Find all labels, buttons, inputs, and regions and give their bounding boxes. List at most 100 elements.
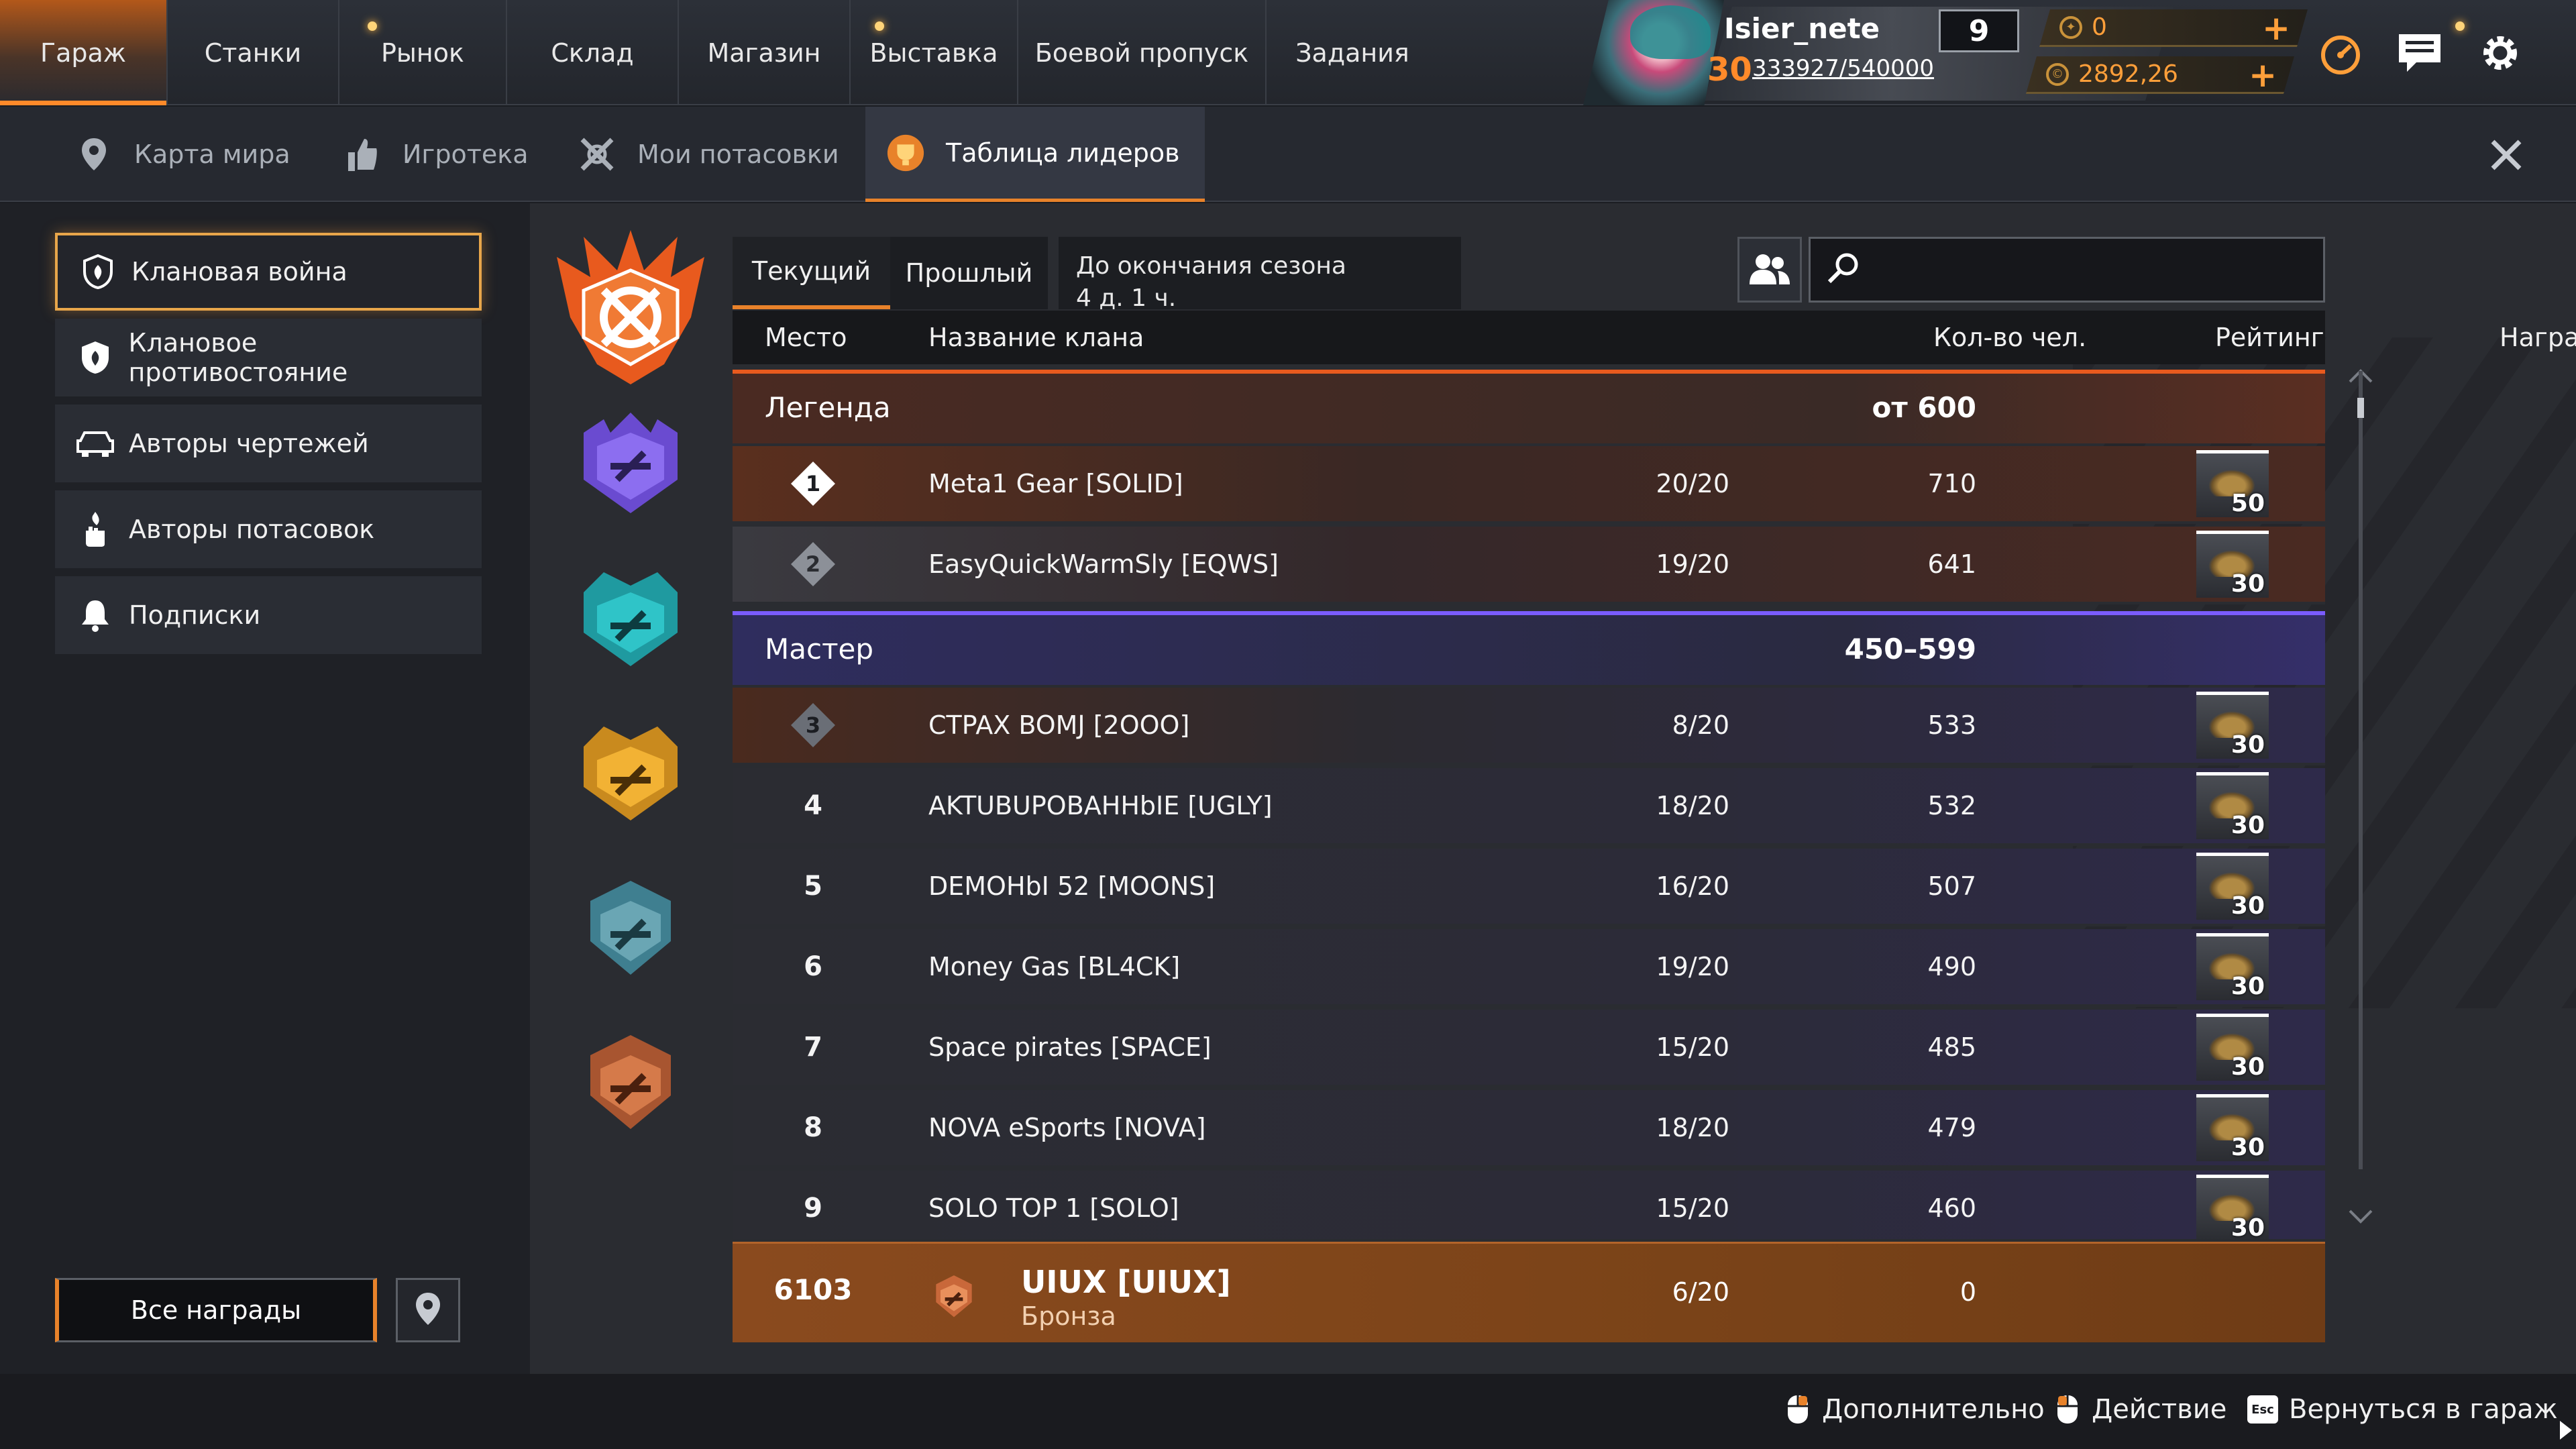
tab-label: Текущий <box>751 256 871 286</box>
add-coins-button[interactable]: + <box>2249 58 2277 92</box>
tab-label: Карта мира <box>134 140 290 169</box>
place-cell: 3 <box>733 688 894 763</box>
table-row[interactable]: 8 NOVA eSports [NOVA] 18/20 479 30 <box>733 1090 2325 1168</box>
player-profile[interactable]: Isier_nete 30 333927/540000 9 ✦ 0 + © 28… <box>1570 0 2328 105</box>
nav-tab-label: Рынок <box>381 38 464 68</box>
scrollbar[interactable] <box>2357 371 2364 1169</box>
reward-item[interactable]: 30 <box>2196 1014 2269 1081</box>
league-badges <box>530 203 731 1374</box>
nav-tab-battle-pass[interactable]: Боевой пропуск <box>1018 0 1267 105</box>
nav-tab-storage[interactable]: Склад <box>507 0 679 105</box>
tab-world-map[interactable]: Карта мира <box>54 107 290 202</box>
table-row[interactable]: 9 SOLO TOP 1 [SOLO] 15/20 460 30 <box>733 1171 2325 1239</box>
menu-item-label: Авторы потасовок <box>129 515 375 544</box>
league-gold-badge-icon[interactable] <box>570 713 691 827</box>
reward-item[interactable]: 30 <box>2196 1094 2269 1161</box>
menu-item-blueprint-authors[interactable]: Авторы чертежей <box>55 405 482 482</box>
all-rewards-button[interactable]: Все награды <box>55 1278 377 1342</box>
nav-tab-label: Склад <box>551 38 634 68</box>
player-xp: 333927/540000 <box>1752 55 1935 82</box>
reward-item[interactable]: 30 <box>2196 531 2269 598</box>
hint-back-to-garage[interactable]: Esc Вернуться в гараж <box>2247 1394 2558 1425</box>
reward-item[interactable]: 50 <box>2196 450 2269 517</box>
rating-value: 641 <box>1927 549 1976 579</box>
reward-item[interactable]: 30 <box>2196 933 2269 1000</box>
main-navigation: Гараж Станки Рынок Склад Магазин Выставк… <box>0 0 1438 105</box>
my-clan-rating: 0 <box>1960 1277 1976 1307</box>
clan-name: SOLO TOP 1 [SOLO] <box>928 1193 1179 1223</box>
reward-item[interactable]: 30 <box>2196 1175 2269 1239</box>
footer-hints: Дополнительно Действие Esc Вернуться в г… <box>0 1374 2576 1449</box>
badges-currency[interactable]: ✦ 0 + <box>2039 9 2308 47</box>
nav-tab-market[interactable]: Рынок <box>339 0 507 105</box>
reward-item[interactable]: 30 <box>2196 853 2269 920</box>
hint-more[interactable]: Дополнительно <box>1784 1394 2045 1425</box>
column-rating: Рейтинг <box>2215 323 2324 352</box>
menu-item-brawl-authors[interactable]: Авторы потасовок <box>55 490 482 568</box>
locate-button[interactable] <box>396 1278 460 1342</box>
speedometer-icon[interactable] <box>2313 25 2368 80</box>
table-row[interactable]: 7 Space pirates [SPACE] 15/20 485 30 <box>733 1010 2325 1087</box>
table-row[interactable]: 3 CTPAX BOMJ [2OOO] 8/20 533 30 <box>733 688 2325 765</box>
menu-item-subscriptions[interactable]: Подписки <box>55 576 482 654</box>
scroll-down-icon[interactable] <box>2345 1203 2376 1230</box>
nav-tab-workbenches[interactable]: Станки <box>168 0 339 105</box>
league-silver-badge-icon[interactable] <box>570 867 691 981</box>
reward-item[interactable]: 30 <box>2196 692 2269 759</box>
left-menu: Клановая война Клановое противостояние А… <box>0 203 530 1374</box>
menu-item-clan-confrontation[interactable]: Клановое противостояние <box>55 319 482 396</box>
league-master-badge-icon[interactable] <box>570 406 691 520</box>
member-count: 18/20 <box>1656 791 1729 820</box>
nav-tab-tasks[interactable]: Задания <box>1267 0 1438 105</box>
rating-value: 532 <box>1927 791 1976 820</box>
nav-tab-shop[interactable]: Магазин <box>679 0 851 105</box>
scrollbar-thumb[interactable] <box>2357 398 2364 418</box>
tab-current[interactable]: Текущий <box>733 237 890 309</box>
nav-tab-garage[interactable]: Гараж <box>0 0 168 105</box>
league-bronze-badge-icon[interactable] <box>570 1022 691 1136</box>
table-row[interactable]: 2 EasyQuickWarmSly [EQWS] 19/20 641 30 <box>733 527 2325 604</box>
tab-label: Мои потасовки <box>637 140 839 169</box>
add-badges-button[interactable]: + <box>2262 11 2290 45</box>
avatar <box>1583 0 1724 105</box>
my-clan-name: UIUX [UIUX] <box>1021 1264 1231 1300</box>
tab-my-brawls[interactable]: Мои потасовки <box>557 107 839 202</box>
search-input[interactable] <box>1809 237 2325 303</box>
rank-diamond-icon: 2 <box>790 541 837 588</box>
gear-icon[interactable] <box>2473 25 2528 80</box>
my-clan-row[interactable]: 6103 UIUX [UIUX] Бронза 6/20 0 <box>733 1242 2325 1342</box>
clan-name: AKTUBUPOBAHHbIE [UGLY] <box>928 791 1273 820</box>
nav-tab-exhibition[interactable]: Выставка <box>851 0 1018 105</box>
coins-amount: 2892,26 <box>2078 60 2178 88</box>
reward-amount: 30 <box>2231 1214 2265 1239</box>
coins-currency[interactable]: © 2892,26 + <box>2026 56 2294 94</box>
mouse-icon <box>1784 1394 1811 1425</box>
close-icon[interactable] <box>2485 133 2528 176</box>
hint-action[interactable]: Действие <box>2054 1394 2226 1425</box>
table-row[interactable]: 4 AKTUBUPOBAHHbIE [UGLY] 18/20 532 30 <box>733 768 2325 846</box>
pin-icon <box>74 134 114 174</box>
esc-key: Esc <box>2247 1395 2278 1424</box>
table-row[interactable]: 1 Meta1 Gear [SOLID] 20/20 710 50 <box>733 446 2325 524</box>
table-row[interactable]: 5 DEMOHbI 52 [MOONS] 16/20 507 30 <box>733 849 2325 926</box>
reward-amount: 30 <box>2231 1053 2265 1081</box>
friends-filter-button[interactable] <box>1737 237 1802 303</box>
menu-item-clan-war[interactable]: Клановая война <box>55 233 482 311</box>
rating-value: 490 <box>1927 952 1976 981</box>
shield-flame-icon <box>75 337 115 378</box>
clan-name: NOVA eSports [NOVA] <box>928 1113 1206 1142</box>
table-row[interactable]: 6 Money Gas [BL4CK] 19/20 490 30 <box>733 929 2325 1007</box>
my-clan-members: 6/20 <box>1672 1277 1729 1307</box>
tab-previous[interactable]: Прошлый <box>890 237 1048 309</box>
league-legend-badge-icon[interactable] <box>543 230 718 391</box>
tab-leaderboard[interactable]: Таблица лидеров <box>865 107 1205 202</box>
tab-game-room[interactable]: Игротека <box>322 107 529 202</box>
member-count: 19/20 <box>1656 549 1729 579</box>
reward-item[interactable]: 30 <box>2196 772 2269 839</box>
svg-text:1: 1 <box>806 471 820 496</box>
menu-item-label: Клановая война <box>131 257 347 286</box>
shield-flame-icon <box>78 252 118 292</box>
league-diamond-badge-icon[interactable] <box>570 559 691 673</box>
menu-item-label: Авторы чертежей <box>129 429 369 458</box>
news-icon[interactable] <box>2392 25 2447 80</box>
